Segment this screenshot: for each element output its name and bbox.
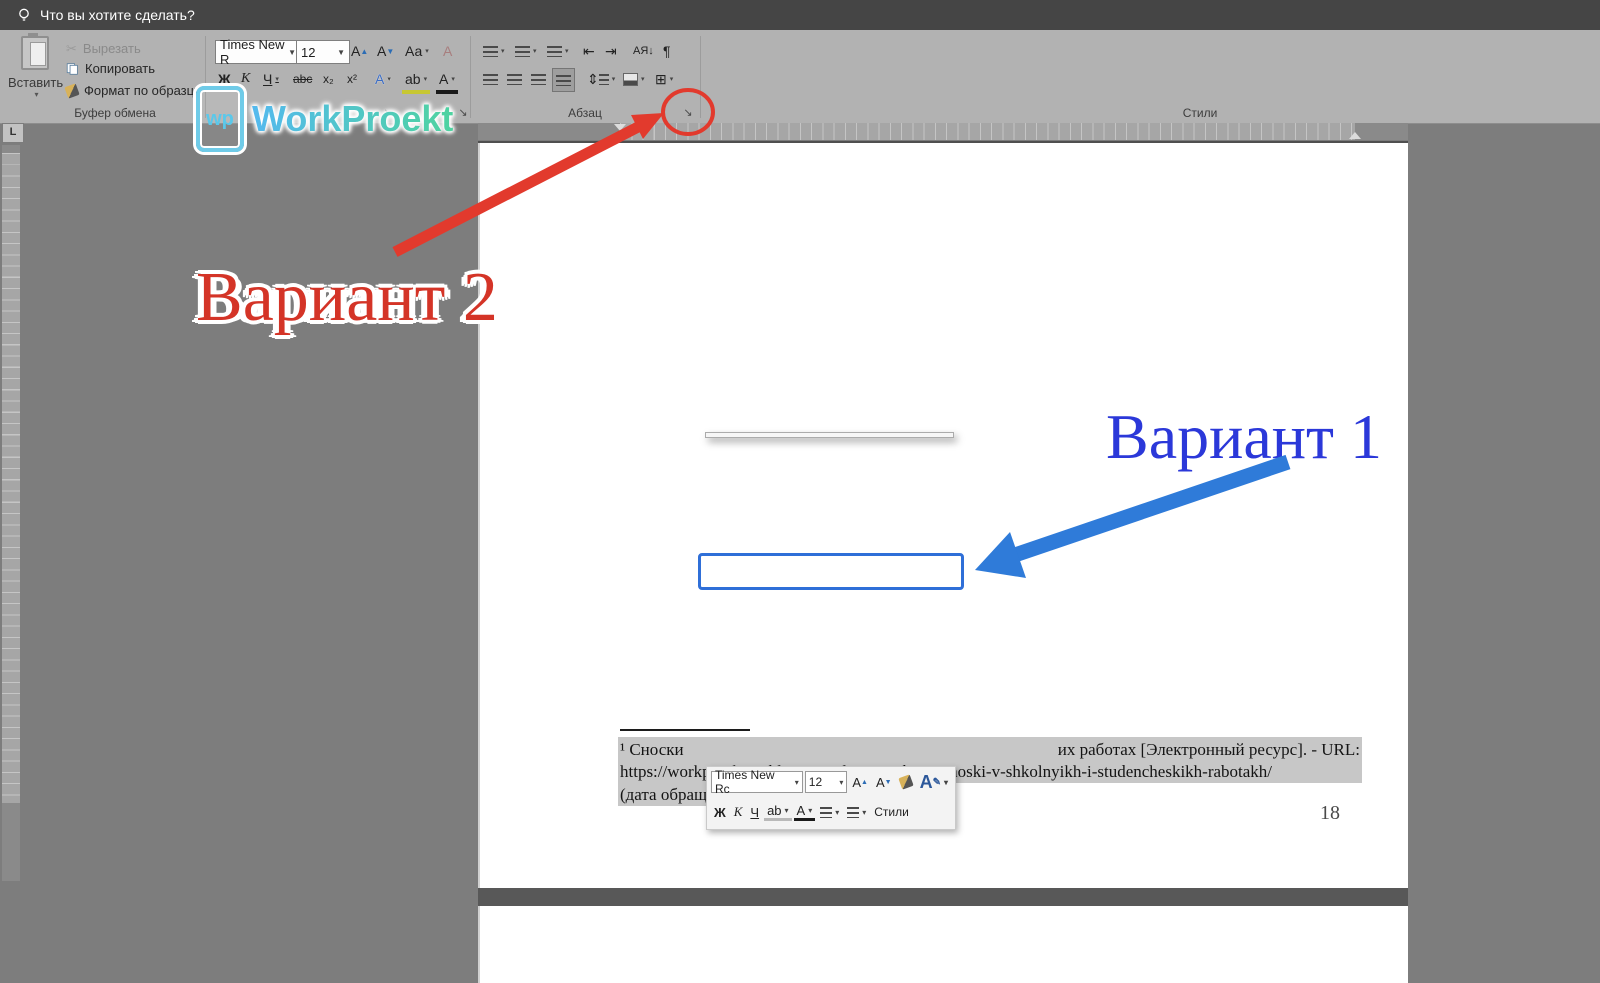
mini-font-family-combo[interactable]: Times New Rc▾ <box>711 771 803 793</box>
mini-underline-button[interactable]: Ч <box>747 805 762 820</box>
shading-button[interactable]: ▾ <box>620 68 648 90</box>
clipboard-group-label: Буфер обмена <box>40 106 190 120</box>
word-window: Что вы хотите сделать? Вставить ▾ ✂ Выре… <box>0 0 1600 983</box>
page-number: 18 <box>1320 802 1340 825</box>
align-left-button[interactable] <box>480 68 501 90</box>
justify-button[interactable] <box>552 68 575 92</box>
clear-formatting-button[interactable]: А <box>440 40 455 62</box>
bullets-button[interactable]: ▾ <box>480 40 508 62</box>
clipboard-icon <box>21 36 49 70</box>
decrease-indent-button[interactable]: ⇤ <box>580 40 598 62</box>
mini-font-size-combo[interactable]: 12▾ <box>805 771 848 793</box>
font-size-combo[interactable]: 12 ▼ <box>296 40 350 64</box>
mini-bold-button[interactable]: Ж <box>711 805 729 820</box>
chevron-down-icon: ▼ <box>337 48 345 57</box>
align-right-button[interactable] <box>528 68 549 90</box>
mini-bullets-button[interactable]: ▾ <box>817 807 842 818</box>
font-family-combo[interactable]: Times New R▼ <box>215 40 301 64</box>
paste-button[interactable]: Вставить ▾ <box>8 36 62 106</box>
logo-text: WorkProekt <box>252 98 453 140</box>
footnote-text: ¹ Сноски <box>620 740 684 760</box>
footnote-separator <box>620 729 750 731</box>
font-size-value: 12 <box>301 45 315 60</box>
styles-group-label: Стили <box>1140 106 1260 120</box>
copy-label: Копировать <box>85 61 155 76</box>
mini-format-painter-button[interactable] <box>897 776 915 788</box>
font-family-value: Times New R <box>220 37 285 67</box>
tell-me-label[interactable]: Что вы хотите сделать? <box>40 7 195 23</box>
paragraph-dialog-launcher[interactable]: ↘ <box>681 106 695 120</box>
copy-icon <box>66 62 79 76</box>
cut-button[interactable]: ✂ Вырезать <box>66 40 141 57</box>
workproekt-logo: wp WorkProekt <box>196 86 453 152</box>
footnote-text: их работах [Электронный ресурс]. - URL: <box>1058 740 1360 760</box>
group-separator <box>700 36 701 118</box>
copy-button[interactable]: Копировать <box>66 60 155 77</box>
annotation-variant-1: Вариант 1 <box>1106 400 1382 474</box>
numbering-button[interactable]: ▾ <box>512 40 540 62</box>
document-page-2[interactable] <box>478 906 1408 983</box>
borders-button[interactable]: ⊞▾ <box>652 68 676 90</box>
context-menu <box>705 432 954 438</box>
mini-styles-button[interactable]: А✎▾ <box>917 772 951 793</box>
ruler-text-zone <box>2 153 20 803</box>
first-line-indent-marker[interactable] <box>614 124 626 131</box>
paragraph-group-label: Абзац <box>520 106 650 120</box>
mini-numbering-button[interactable]: ▾ <box>844 807 869 818</box>
paste-dropdown-caret[interactable]: ▾ <box>11 90 62 99</box>
increase-indent-button[interactable]: ⇥ <box>602 40 620 62</box>
format-painter-button[interactable]: Формат по образцу <box>66 82 201 99</box>
shrink-font-button[interactable]: А▼ <box>374 40 397 62</box>
footnote-text: (дата обращ <box>620 785 707 805</box>
lightbulb-icon <box>16 7 32 23</box>
line-spacing-button[interactable]: ⇕▾ <box>584 68 618 90</box>
scissors-icon: ✂ <box>66 41 77 57</box>
mini-italic-button[interactable]: К <box>731 804 746 820</box>
format-painter-label: Формат по образцу <box>84 83 201 98</box>
mini-toolbar: Times New Rc▾ 12▾ А▲ А▼ А✎▾ Ж К Ч ab▾ А▾… <box>706 766 956 830</box>
mini-grow-font-button[interactable]: А▲ <box>849 775 871 790</box>
right-indent-marker[interactable] <box>1349 132 1361 139</box>
paste-label: Вставить <box>8 75 62 90</box>
grow-font-button[interactable]: А▲ <box>348 40 371 62</box>
mini-font-color-button[interactable]: А▾ <box>794 803 816 821</box>
mini-styles-label[interactable]: Стили <box>871 805 912 819</box>
cut-label: Вырезать <box>83 41 141 56</box>
tab-selector[interactable]: L <box>2 123 24 143</box>
ruler-text-zone <box>620 123 1355 140</box>
mini-shrink-font-button[interactable]: А▼ <box>873 775 895 790</box>
sort-button[interactable]: АЯ↓ <box>630 40 657 62</box>
page-gap <box>478 888 1408 906</box>
annotation-variant-2: Вариант 2 <box>196 258 498 338</box>
format-painter-icon <box>64 83 79 98</box>
show-marks-button[interactable]: ¶ <box>660 40 674 62</box>
logo-badge: wp <box>196 86 244 152</box>
ribbon-tab-bar: Что вы хотите сделать? <box>0 0 1600 30</box>
horizontal-ruler[interactable] <box>478 123 1408 140</box>
multilevel-list-button[interactable]: ▾ <box>544 40 572 62</box>
chevron-down-icon: ▼ <box>288 48 296 57</box>
tell-me-search[interactable]: Что вы хотите сделать? <box>16 0 195 30</box>
group-separator <box>470 36 471 118</box>
align-center-button[interactable] <box>504 68 525 90</box>
vertical-ruler[interactable] <box>2 145 20 881</box>
mini-highlight-button[interactable]: ab▾ <box>764 803 791 821</box>
change-case-button[interactable]: Аа▾ <box>402 40 432 62</box>
hanging-indent-marker[interactable] <box>614 132 626 139</box>
font-dialog-launcher[interactable]: ↘ <box>456 106 470 120</box>
